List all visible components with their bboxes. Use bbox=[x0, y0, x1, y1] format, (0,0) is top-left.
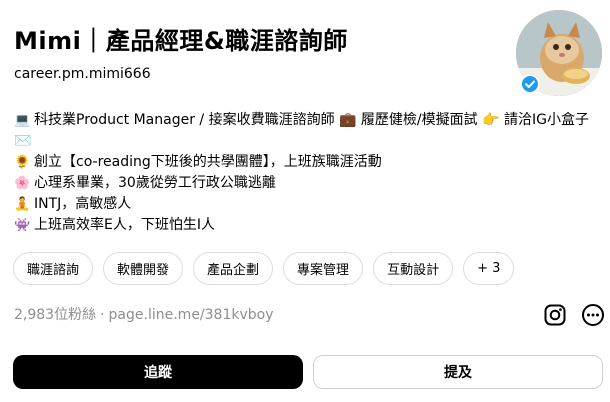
profile-bio: 💻 科技業Product Manager / 接案收費職涯諮詢師 💼 履歷健檢/模… bbox=[14, 110, 594, 236]
follower-count[interactable]: 2,983位粉絲 bbox=[14, 307, 96, 323]
bio-line: 🧘 INTJ，高敏感人 bbox=[14, 194, 594, 215]
profile-handle[interactable]: career.pm.mimi666 bbox=[14, 64, 504, 84]
separator: · bbox=[100, 307, 105, 323]
bio-line: 💻 科技業Product Manager / 接案收費職涯諮詢師 💼 履歷健檢/模… bbox=[14, 112, 589, 149]
profile-link[interactable]: page.line.me/381kvboy bbox=[109, 307, 274, 323]
verified-badge-icon bbox=[520, 74, 540, 94]
laptop-icon: 💻 bbox=[14, 113, 31, 128]
topic-tag[interactable]: 軟體開發 bbox=[103, 252, 184, 285]
profile-header: Mimi｜產品經理&職涯諮詢師 career.pm.mimi666 bbox=[14, 24, 504, 84]
instagram-icon[interactable] bbox=[543, 303, 567, 327]
bio-line: 🌻 創立【co-reading下班後的共學團體】，上班族職涯活動 bbox=[14, 152, 594, 173]
profile-stats: 2,983位粉絲 · page.line.me/381kvboy bbox=[14, 305, 274, 325]
profile-name: Mimi｜產品經理&職涯諮詢師 bbox=[14, 27, 348, 55]
meditation-icon: 🧘 bbox=[14, 197, 31, 212]
topic-tag[interactable]: 產品企劃 bbox=[193, 252, 274, 285]
blossom-icon: 🌸 bbox=[14, 176, 31, 191]
sunflower-icon: 🌻 bbox=[14, 155, 31, 170]
topic-tag[interactable]: 職涯諮詢 bbox=[13, 252, 94, 285]
bio-line: 👾 上班高效率E人，下班怕生I人 bbox=[14, 215, 594, 236]
profile-icon-actions bbox=[543, 303, 605, 327]
more-options-icon[interactable] bbox=[581, 303, 605, 327]
follow-button[interactable]: 追蹤 bbox=[13, 355, 303, 389]
more-tags-button[interactable]: + 3 bbox=[463, 252, 515, 285]
alien-monster-icon: 👾 bbox=[14, 218, 31, 233]
mention-button[interactable]: 提及 bbox=[313, 355, 603, 389]
topic-tags: 職涯諮詢 軟體開發 產品企劃 專案管理 互動設計 + 3 bbox=[13, 252, 515, 285]
topic-tag[interactable]: 互動設計 bbox=[373, 252, 454, 285]
bio-line: 🌸 心理系畢業，30歲從勞工行政公職逃離 bbox=[14, 173, 594, 194]
topic-tag[interactable]: 專案管理 bbox=[283, 252, 364, 285]
